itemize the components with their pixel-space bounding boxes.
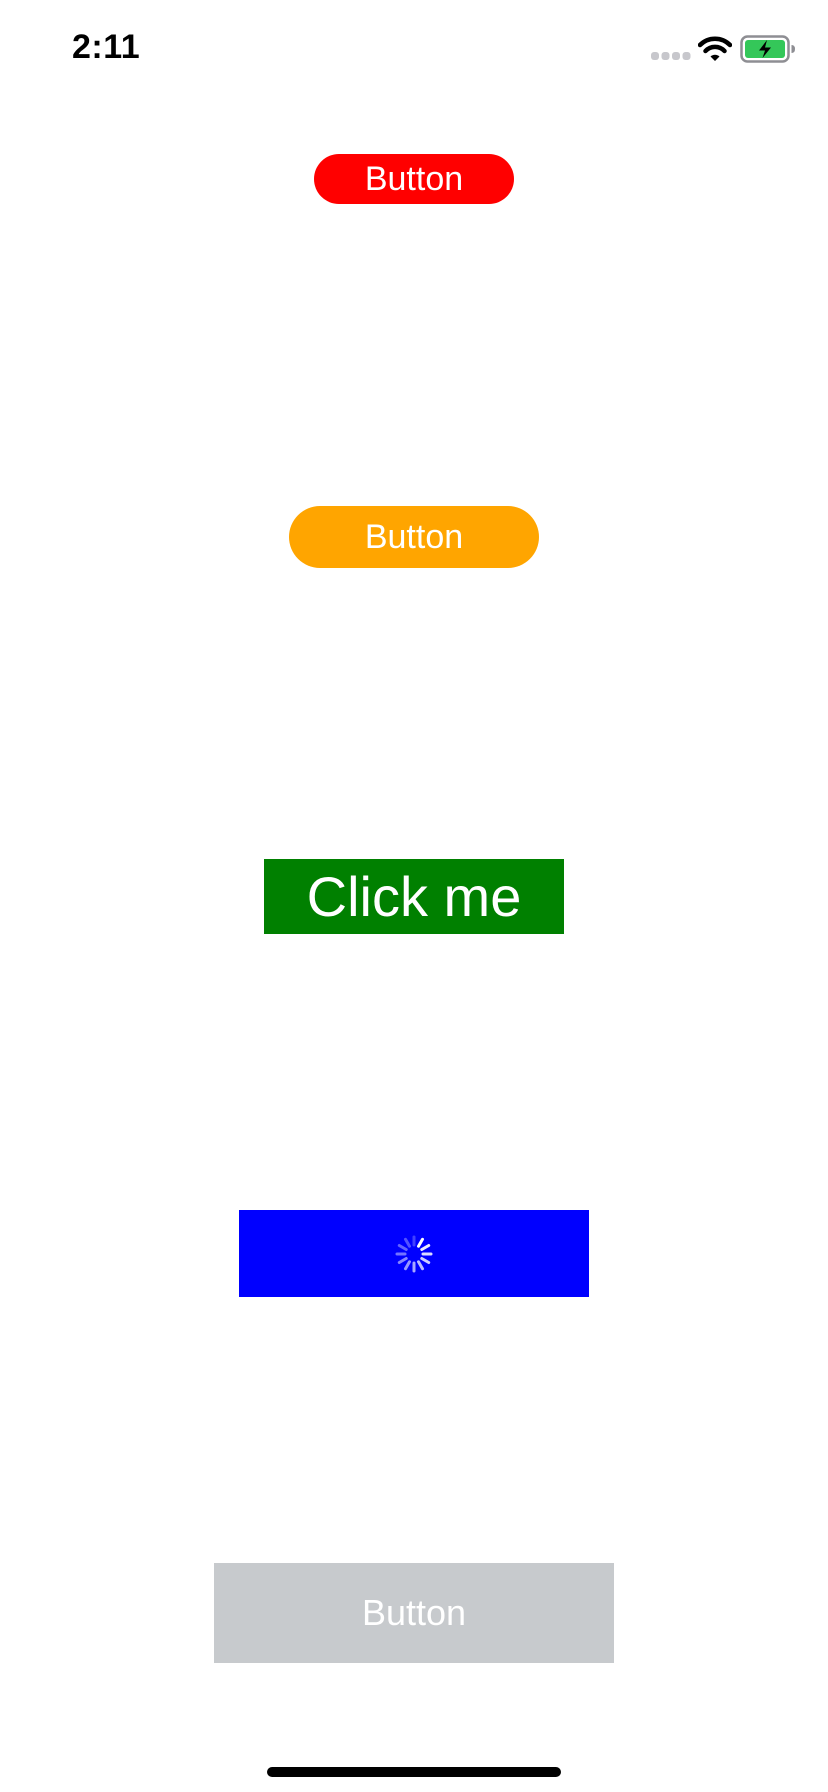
home-indicator: [267, 1767, 561, 1777]
orange-button[interactable]: Button: [289, 506, 539, 568]
wifi-icon: [698, 36, 732, 61]
battery-charging-icon: [740, 35, 795, 63]
click-me-button[interactable]: Click me: [264, 859, 564, 934]
status-time: 2:11: [72, 28, 141, 66]
disabled-button-label: Button: [361, 1592, 467, 1633]
status-bar: 2:11: [0, 0, 828, 100]
orange-button-label: Button: [364, 517, 464, 556]
disabled-button: Button: [214, 1563, 614, 1663]
cellular-signal-icon: [651, 52, 691, 60]
loading-button[interactable]: [239, 1210, 589, 1297]
activity-spinner-icon: [395, 1235, 433, 1272]
red-button-label: Button: [364, 159, 464, 198]
red-button[interactable]: Button: [314, 154, 514, 204]
click-me-button-label: Click me: [306, 865, 522, 928]
